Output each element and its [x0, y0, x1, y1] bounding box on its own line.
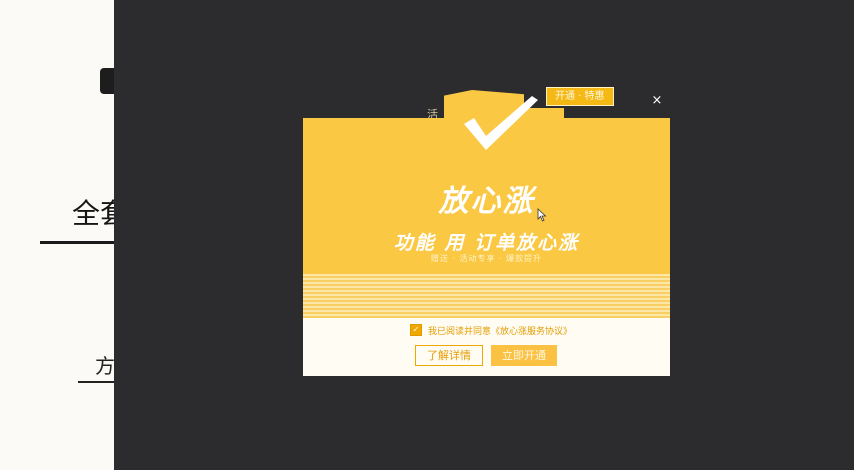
subtitle-underline — [78, 381, 114, 383]
background-page: 全套 方 — [0, 0, 114, 470]
logo-fragment — [100, 68, 114, 94]
title-underline — [40, 241, 114, 244]
agreement-row[interactable]: ✓ 我已阅读并同意《放心涨服务协议》 — [410, 324, 572, 337]
enable-button[interactable]: 立即开通 — [491, 345, 557, 366]
agree-checkbox[interactable]: ✓ — [410, 324, 422, 336]
promo-badge: 开通 · 特惠 — [546, 87, 614, 106]
close-icon[interactable]: × — [650, 94, 664, 108]
cursor-icon — [537, 208, 547, 222]
sub-slogan: 赠送 · 活动专享 · 爆款提升 — [430, 254, 543, 263]
page-subtitle: 方 — [95, 354, 114, 378]
check-icon — [464, 96, 538, 150]
learn-more-button[interactable]: 了解详情 — [415, 345, 483, 366]
brand-title: 放心涨 — [438, 184, 535, 219]
stripe-band — [303, 274, 670, 318]
agreement-text[interactable]: 我已阅读并同意《放心涨服务协议》 — [428, 324, 572, 337]
slogan: 功能 用 订单放心涨 — [393, 232, 580, 254]
page-title: 全套 — [72, 197, 114, 230]
